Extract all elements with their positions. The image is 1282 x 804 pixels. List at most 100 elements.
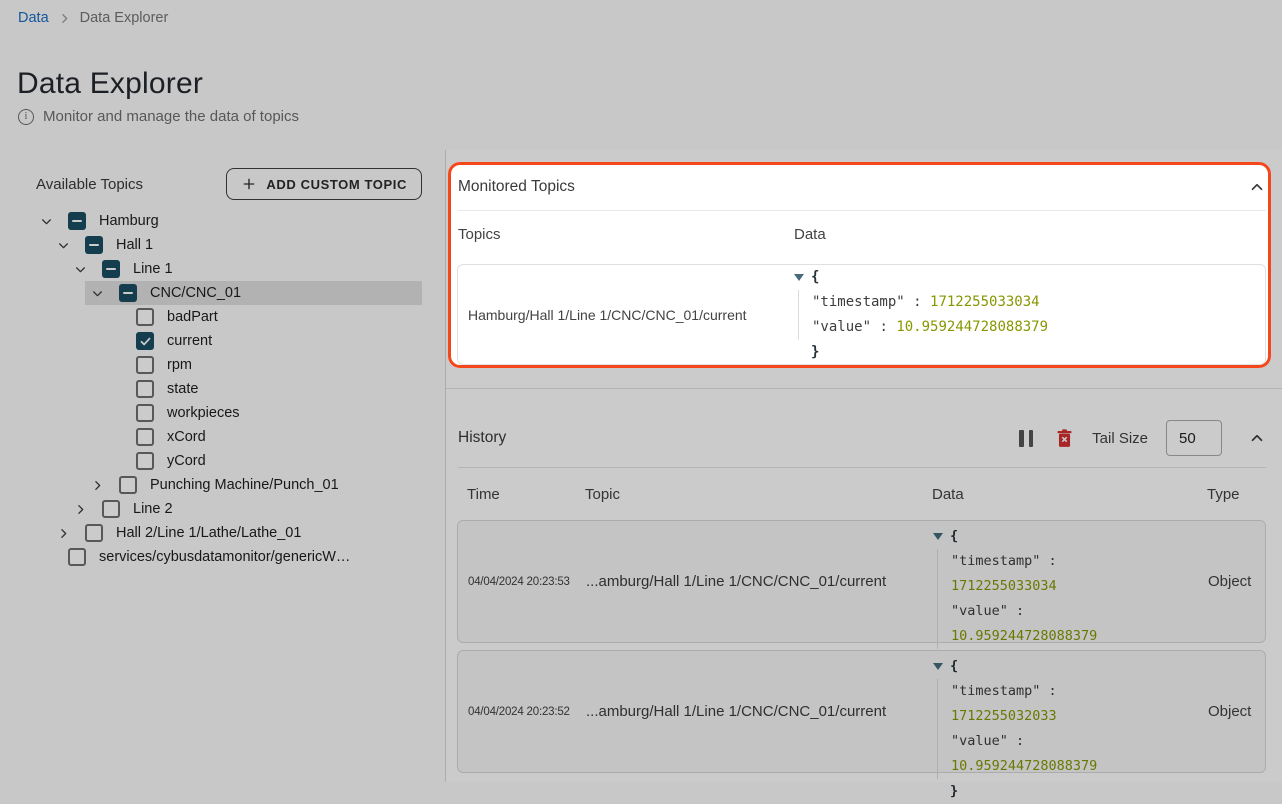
json-viewer: {"timestamp" : 1712255033034"value" : 10… <box>794 265 1265 365</box>
tree-checkbox[interactable] <box>119 284 137 302</box>
pause-history-button[interactable] <box>1019 430 1033 447</box>
breadcrumb: Data Data Explorer <box>18 10 168 26</box>
tree-item[interactable]: yCord <box>0 449 444 473</box>
history-column-data: Data <box>932 486 1207 503</box>
tail-size-input[interactable] <box>1166 420 1222 456</box>
tree-checkbox[interactable] <box>136 380 154 398</box>
tail-size-label: Tail Size <box>1092 430 1148 447</box>
tree-checkbox[interactable] <box>119 476 137 494</box>
tree-item[interactable]: services/cybusdatamonitor/genericW… <box>0 545 444 569</box>
tree-item-label: Hamburg <box>99 213 159 229</box>
tree-item[interactable]: Hamburg <box>0 209 444 233</box>
tree-item[interactable]: workpieces <box>0 401 444 425</box>
json-value: 10.959244728088379 <box>896 319 1048 335</box>
history-collapse-button[interactable] <box>1248 429 1266 447</box>
history-column-time: Time <box>467 486 585 503</box>
history-row: 04/04/2024 20:23:53...amburg/Hall 1/Line… <box>457 520 1266 643</box>
trash-icon <box>1055 428 1074 449</box>
topic-tree: Hamburg Hall 1 Line 1 CNC/CNC_01 badPart curr… <box>0 209 444 569</box>
tree-checkbox[interactable] <box>102 260 120 278</box>
tree-item-label: Hall 1 <box>116 237 153 253</box>
tree-item-inner: Hamburg <box>34 209 422 233</box>
tree-item-inner: Punching Machine/Punch_01 <box>85 473 422 497</box>
add-custom-topic-button[interactable]: ADD CUSTOM TOPIC <box>226 168 422 200</box>
tree-checkbox[interactable] <box>85 236 103 254</box>
available-topics-title: Available Topics <box>36 176 143 193</box>
tree-item-inner: CNC/CNC_01 <box>85 281 422 305</box>
breadcrumb-current: Data Explorer <box>80 10 169 26</box>
json-collapse-icon[interactable] <box>794 274 804 286</box>
tree-item-label: rpm <box>167 357 192 373</box>
minus-icon <box>106 268 116 270</box>
tree-checkbox[interactable] <box>85 524 103 542</box>
tree-item-inner: rpm <box>102 353 422 377</box>
tree-checkbox[interactable] <box>136 356 154 374</box>
tree-item[interactable]: state <box>0 377 444 401</box>
history-column-type: Type <box>1207 486 1266 503</box>
json-value: 10.959244728088379 <box>951 758 1097 774</box>
tree-item-label: xCord <box>167 429 206 445</box>
tree-item[interactable]: Line 1 <box>0 257 444 281</box>
json-key: "timestamp" <box>951 683 1040 699</box>
tree-checkbox[interactable] <box>136 332 154 350</box>
chevron-down-icon[interactable] <box>51 239 75 252</box>
tree-item[interactable]: xCord <box>0 425 444 449</box>
history-column-topic: Topic <box>585 486 932 503</box>
tree-item[interactable]: current <box>0 329 444 353</box>
monitored-topic-row: Hamburg/Hall 1/Line 1/CNC/CNC_01/current… <box>457 264 1266 365</box>
tree-checkbox[interactable] <box>68 212 86 230</box>
tree-item-inner: workpieces <box>102 401 422 425</box>
breadcrumb-link-data[interactable]: Data <box>18 10 49 26</box>
json-key: "value" <box>812 319 871 335</box>
chevron-down-icon[interactable] <box>68 263 92 276</box>
chevron-up-icon <box>1248 178 1266 196</box>
available-topics-panel: Available Topics ADD CUSTOM TOPIC Hambur… <box>0 150 444 782</box>
clear-history-button[interactable] <box>1055 428 1074 449</box>
monitored-topics-collapse-button[interactable] <box>1248 178 1266 196</box>
tree-item-label: state <box>167 381 198 397</box>
json-collapse-icon[interactable] <box>933 533 943 545</box>
monitored-topics-title: Monitored Topics <box>458 178 575 196</box>
tree-checkbox[interactable] <box>136 452 154 470</box>
tree-checkbox[interactable] <box>68 548 86 566</box>
json-collapse-icon[interactable] <box>933 663 943 675</box>
chevron-right-icon[interactable] <box>68 503 92 516</box>
chevron-down-icon[interactable] <box>34 215 58 228</box>
history-row: 04/04/2024 20:23:52...amburg/Hall 1/Line… <box>457 650 1266 773</box>
tree-item-label: Hall 2/Line 1/Lathe/Lathe_01 <box>116 525 301 541</box>
tree-item-inner: services/cybusdatamonitor/genericW… <box>34 545 422 569</box>
tree-item[interactable]: badPart <box>0 305 444 329</box>
chevron-right-icon[interactable] <box>51 527 75 540</box>
tree-item[interactable]: Punching Machine/Punch_01 <box>0 473 444 497</box>
right-panel: Monitored Topics Topics Data Hamburg/Hal… <box>445 150 1282 782</box>
tree-item[interactable]: Line 2 <box>0 497 444 521</box>
tree-item[interactable]: rpm <box>0 353 444 377</box>
tree-item-label: CNC/CNC_01 <box>150 285 241 301</box>
history-topic: ...amburg/Hall 1/Line 1/CNC/CNC_01/curre… <box>586 651 933 772</box>
json-key: "timestamp" <box>812 294 905 310</box>
history-time: 04/04/2024 20:23:53 <box>468 521 586 642</box>
json-key: "value" <box>951 603 1008 619</box>
tree-item[interactable]: Hall 1 <box>0 233 444 257</box>
history-type: Object <box>1208 651 1265 772</box>
history-list: 04/04/2024 20:23:53...amburg/Hall 1/Line… <box>457 520 1266 773</box>
tree-checkbox[interactable] <box>136 308 154 326</box>
tree-checkbox[interactable] <box>102 500 120 518</box>
chevron-right-icon[interactable] <box>85 479 109 492</box>
tree-item[interactable]: Hall 2/Line 1/Lathe/Lathe_01 <box>0 521 444 545</box>
history-title: History <box>458 429 506 447</box>
chevron-down-icon[interactable] <box>85 287 109 300</box>
chevron-up-icon <box>1248 429 1266 447</box>
minus-icon <box>89 244 99 246</box>
tree-item-inner: Line 2 <box>68 497 422 521</box>
monitored-column-data: Data <box>794 226 826 243</box>
tree-checkbox[interactable] <box>136 404 154 422</box>
tree-item[interactable]: CNC/CNC_01 <box>0 281 444 305</box>
history-data: {"timestamp" : 1712255033034"value" : 10… <box>933 521 1208 642</box>
tree-item-label: badPart <box>167 309 218 325</box>
history-data: {"timestamp" : 1712255032033"value" : 10… <box>933 651 1208 772</box>
tree-checkbox[interactable] <box>136 428 154 446</box>
minus-icon <box>123 292 133 294</box>
monitored-column-topics: Topics <box>458 226 794 243</box>
page-subtitle: Monitor and manage the data of topics <box>43 108 299 125</box>
